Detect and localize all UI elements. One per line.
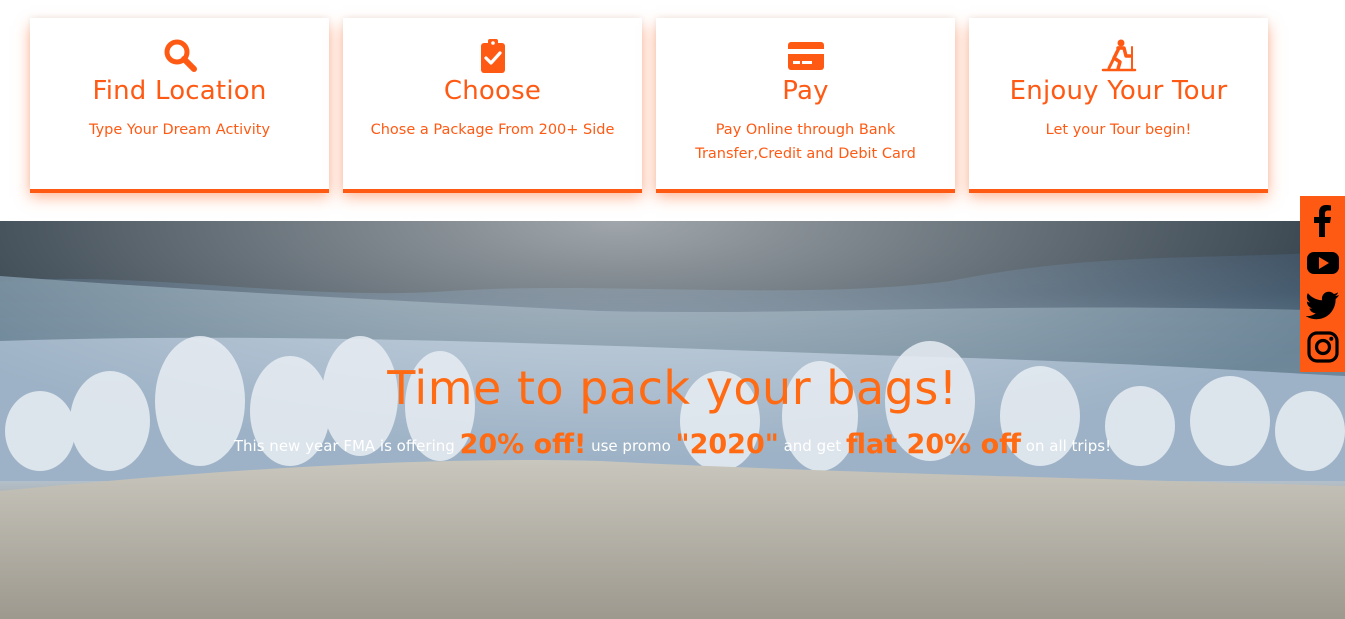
step-card-enjoy-tour: Enjouy Your Tour Let your Tour begin! [969, 18, 1268, 189]
promo-title: Time to pack your bags! [387, 361, 958, 415]
step-card-choose: Choose Chose a Package From 200+ Side [343, 18, 642, 189]
step-description: Let your Tour begin! [1045, 122, 1192, 138]
step-title: Enjouy Your Tour [1009, 76, 1228, 106]
twitter-icon[interactable] [1305, 288, 1340, 322]
promo-code: "2020" [675, 429, 779, 460]
instagram-icon[interactable] [1306, 330, 1340, 364]
promo-banner: Time to pack your bags! This new year FM… [0, 221, 1345, 619]
social-sidebar [1300, 196, 1345, 372]
promo-text: use promo [591, 437, 671, 455]
promo-highlight: flat 20% off [846, 429, 1022, 460]
youtube-icon[interactable] [1306, 246, 1340, 280]
step-title: Find Location [92, 76, 267, 106]
step-title: Choose [443, 76, 542, 106]
promo-text: on all trips! [1025, 437, 1112, 455]
step-title: Pay [782, 76, 829, 106]
winter-landscape-image [0, 221, 1345, 619]
step-description: Type Your Dream Activity [88, 122, 271, 138]
step-card-find-location: Find Location Type Your Dream Activity [30, 18, 329, 189]
promo-subtitle: This new year FMA is offering 20% off! u… [0, 429, 1345, 460]
promo-text: This new year FMA is offering [233, 437, 455, 455]
credit-card-icon [656, 38, 955, 74]
promo-text: and get [783, 437, 842, 455]
step-description: Chose a Package From 200+ Side [370, 122, 615, 138]
facebook-icon[interactable] [1306, 204, 1340, 238]
clipboard-check-icon [343, 38, 642, 74]
promo-highlight: 20% off! [459, 429, 587, 460]
step-card-pay: Pay Pay Online through Bank Transfer,Cre… [656, 18, 955, 189]
search-icon [30, 38, 329, 74]
steps-section: Find Location Type Your Dream Activity C… [0, 18, 1345, 193]
step-description: Pay Online through Bank Transfer,Credit … [695, 122, 916, 162]
skiing-icon [969, 38, 1268, 74]
